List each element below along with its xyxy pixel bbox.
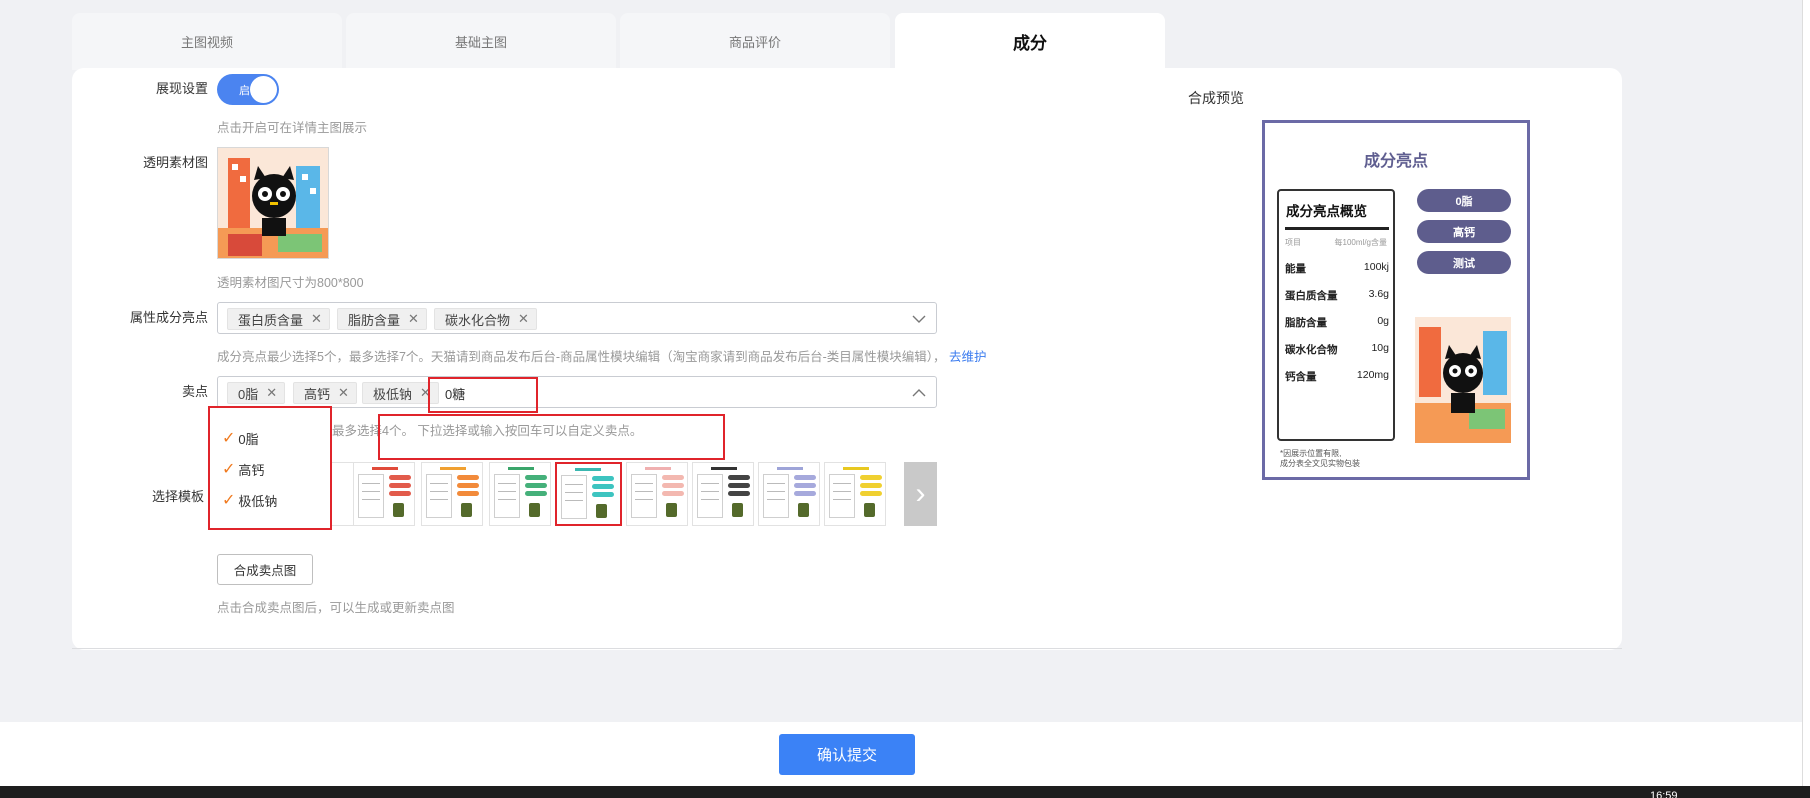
template-option[interactable] (626, 462, 688, 526)
tab-main-video[interactable]: 主图视频 (72, 13, 342, 70)
close-icon[interactable]: ✕ (311, 311, 322, 327)
chevron-up-icon[interactable] (912, 386, 926, 400)
chevron-right-icon: › (915, 477, 926, 510)
row-key: 蛋白质含量 (1285, 290, 1338, 302)
compose-hint: 点击合成卖点图后，可以生成或更新卖点图 (217, 601, 455, 615)
preview-product-image (1415, 317, 1511, 443)
close-icon[interactable]: ✕ (518, 311, 529, 327)
template-label: 选择模板 (151, 489, 204, 504)
maintain-link[interactable]: 去维护 (949, 350, 987, 364)
preview-image: 成分亮点 成分亮点概览 项目 每100ml/g含量 能量 100kj 蛋白质含量 3… (1262, 120, 1530, 480)
dropdown-option[interactable]: ✓ 极低钠 (222, 490, 277, 510)
tag-text: 0脂 (238, 386, 259, 402)
template-option[interactable] (353, 462, 415, 526)
tag-text: 蛋白质含量 (238, 312, 304, 328)
row-key: 能量 (1285, 263, 1306, 275)
dropdown-option[interactable]: ✓ 0脂 (222, 428, 259, 448)
template-option[interactable] (824, 462, 886, 526)
check-icon: ✓ (222, 430, 236, 447)
preview-pill: 测试 (1417, 251, 1511, 274)
attribute-tag: 脂肪含量 ✕ (337, 308, 427, 330)
material-label: 透明素材图 (142, 155, 208, 170)
material-hint: 透明素材图尺寸为800*800 (217, 276, 364, 290)
next-arrow-button[interactable]: › (904, 462, 937, 526)
row-key: 脂肪含量 (1285, 317, 1327, 329)
tag-text: 高钙 (304, 386, 331, 402)
tab-ingredients[interactable]: 成分 (895, 13, 1165, 70)
taskbar (0, 786, 1810, 798)
template-option[interactable] (489, 462, 551, 526)
compose-button[interactable]: 合成卖点图 (217, 554, 313, 585)
tag-text: 碳水化合物 (445, 312, 511, 328)
preview-title: 成分亮点 (1363, 153, 1428, 170)
check-icon: ✓ (222, 461, 236, 478)
tag-text: 脂肪含量 (348, 312, 401, 328)
row-value: 120mg (1356, 369, 1389, 381)
submit-button[interactable]: 确认提交 (779, 734, 915, 775)
close-icon[interactable]: ✕ (338, 385, 349, 401)
note-line: 成分表全文见实物包装 (1280, 459, 1360, 468)
attributes-label: 属性成分亮点 (129, 310, 208, 325)
selling-dropdown: ✓ 0脂 ✓ 高钙 ✓ 极低钠 (208, 406, 332, 530)
row-value: 0g (1377, 315, 1389, 327)
preview-table: 成分亮点概览 项目 每100ml/g含量 能量 100kj 蛋白质含量 3.6g 脂… (1277, 189, 1395, 441)
template-option[interactable] (692, 462, 754, 526)
selling-select[interactable]: 0脂 ✕ 高钙 ✕ 极低钠 ✕ 0糖 (217, 376, 937, 408)
chevron-down-icon[interactable] (912, 312, 926, 326)
tmall-cat-illustration (1415, 317, 1511, 443)
template-option-selected[interactable] (555, 462, 622, 526)
selling-tag: 高钙 ✕ (293, 382, 357, 404)
tab-reviews[interactable]: 商品评价 (620, 13, 890, 70)
attributes-select[interactable]: 蛋白质含量 ✕ 脂肪含量 ✕ 碳水化合物 ✕ (217, 302, 937, 334)
dropdown-option[interactable]: ✓ 高钙 (222, 459, 264, 479)
material-thumbnail[interactable] (217, 147, 329, 259)
template-option[interactable] (421, 462, 483, 526)
preview-table-title: 成分亮点概览 (1286, 204, 1367, 219)
tab-basic-image[interactable]: 基础主图 (346, 13, 616, 70)
option-label: 极低钠 (238, 493, 278, 509)
selling-tag: 0脂 ✕ (227, 382, 286, 404)
preview-note: *因展示位置有限, 成分表全文见实物包装 (1280, 449, 1360, 469)
selling-label: 卖点 (181, 384, 208, 399)
preview-pill: 高钙 (1417, 220, 1511, 243)
card-divider (72, 648, 1622, 649)
row-value: 3.6g (1368, 288, 1389, 300)
row-key: 碳水化合物 (1285, 344, 1338, 356)
note-line: *因展示位置有限, (1280, 449, 1342, 458)
clock: 16:59 (1650, 790, 1678, 798)
close-icon[interactable]: ✕ (266, 385, 277, 401)
preview-label: 合成预览 (1188, 90, 1244, 106)
close-icon[interactable]: ✕ (408, 311, 419, 327)
tag-text: 极低钠 (373, 386, 413, 402)
option-label: 高钙 (238, 462, 265, 478)
preview-rule (1285, 227, 1389, 230)
check-icon: ✓ (222, 492, 236, 509)
display-setting-label: 展现设置 (155, 81, 208, 96)
tmall-cat-illustration (218, 148, 328, 258)
template-option[interactable] (758, 462, 820, 526)
row-value: 10g (1371, 342, 1389, 354)
toggle-on-text: 启 (239, 85, 250, 97)
row-key: 钙含量 (1285, 371, 1317, 383)
row-value: 100kj (1363, 261, 1389, 273)
input-highlight-box (428, 377, 538, 413)
attribute-tag: 碳水化合物 ✕ (434, 308, 537, 330)
scrollbar-track[interactable] (1802, 0, 1810, 786)
attributes-hint-text: 成分亮点最少选择5个，最多选择7个。天猫请到商品发布后台-商品属性模块编辑（淘宝… (217, 350, 946, 364)
option-label: 0脂 (238, 431, 259, 447)
preview-col-right: 每100ml/g含量 (1334, 238, 1387, 247)
attributes-hint: 成分亮点最少选择5个，最多选择7个。天猫请到商品发布后台-商品属性模块编辑（淘宝… (217, 346, 986, 365)
display-toggle[interactable]: 启 (217, 74, 279, 105)
preview-pill: 0脂 (1417, 189, 1511, 212)
preview-col-left: 项目 (1285, 238, 1301, 247)
hint-highlight-box (378, 414, 725, 460)
toggle-knob (250, 76, 277, 103)
display-hint: 点击开启可在详情主图展示 (217, 121, 368, 135)
attribute-tag: 蛋白质含量 ✕ (227, 308, 330, 330)
